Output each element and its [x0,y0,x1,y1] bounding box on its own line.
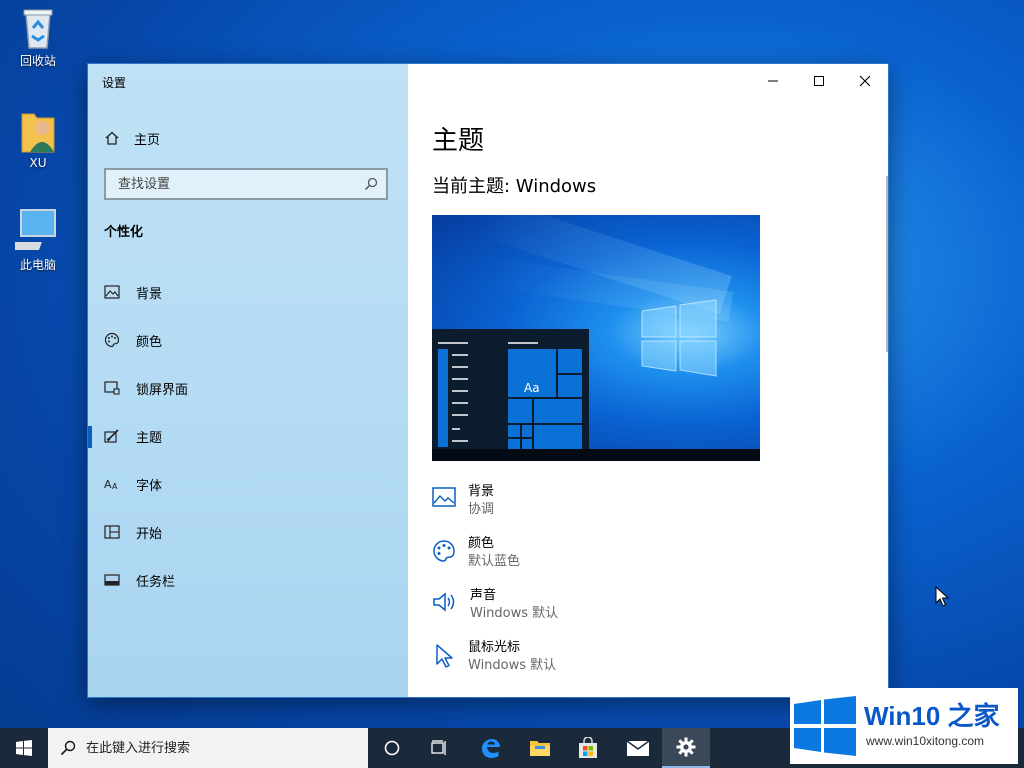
minimize-icon [768,80,778,82]
taskbar-icon [104,574,120,586]
desktop-icon-recycle-bin[interactable]: 回收站 [6,6,70,69]
sidebar-item-label: 开始 [136,526,163,542]
theme-option-value: Windows 默认 [468,658,557,673]
theme-option-value: Windows 默认 [470,606,559,621]
sidebar-item-lock-screen[interactable]: 锁屏界面 [88,364,408,412]
sidebar-item-label: 任务栏 [136,574,176,590]
settings-search-box[interactable] [104,168,388,200]
task-view-button[interactable] [416,728,464,768]
nav-home-label: 主页 [134,132,161,148]
section-title: 个性化 [104,225,144,240]
desktop-icon-this-pc[interactable]: 此电脑 [6,206,70,273]
sidebar-item-fonts[interactable]: A A 字体 [88,460,408,508]
taskbar-app-store[interactable] [564,728,612,768]
maximize-button[interactable] [796,64,842,98]
sidebar-item-label: 字体 [136,478,163,494]
settings-content: 主题 当前主题: Windows Aa 背景 协调 颜色 默认蓝色 声音 Win… [408,64,888,697]
settings-sidebar: 设置 主页 个性化 背景 [88,64,408,697]
preview-start-tiles [438,342,582,449]
sidebar-item-label: 背景 [136,286,163,302]
sidebar-item-themes[interactable]: 主题 [88,412,408,460]
theme-option-title: 背景 [468,484,495,499]
settings-window: 设置 主页 个性化 背景 [88,64,888,697]
preview-tile-text: Aa [524,381,540,395]
close-icon [859,75,871,87]
lock-screen-icon [104,381,120,395]
mail-icon [626,740,650,756]
nav-list: 背景 颜色 锁屏界面 主题 A A 字体 开始 任务栏 [88,268,408,604]
pointer-icon [436,644,453,668]
cortana-button[interactable] [368,728,416,768]
this-pc-icon [15,209,56,250]
image-icon [104,285,120,299]
taskbar-app-settings[interactable] [662,728,710,768]
theme-option-value: 默认蓝色 [468,554,521,569]
image-icon [432,487,456,507]
search-icon [60,740,76,756]
theme-option-color[interactable]: 颜色 默认蓝色 [432,535,520,571]
sidebar-item-label: 主题 [136,430,163,446]
store-icon [579,737,597,758]
palette-icon [433,540,455,562]
sidebar-item-start[interactable]: 开始 [88,508,408,556]
windows-logo-glow [641,299,717,377]
windows-start-icon [16,740,32,756]
speaker-icon [433,592,455,612]
theme-option-mouse-cursor[interactable]: 鼠标光标 Windows 默认 [432,639,556,675]
sidebar-item-taskbar[interactable]: 任务栏 [88,556,408,604]
theme-option-title: 声音 [470,588,497,603]
page-title: 主题 [432,126,485,156]
mouse-cursor-icon [935,586,949,607]
theme-option-title: 鼠标光标 [468,640,521,655]
sidebar-item-background[interactable]: 背景 [88,268,408,316]
file-explorer-icon [530,741,550,756]
svg-text:A: A [104,478,112,491]
current-theme-heading: 当前主题: Windows [432,176,597,197]
sidebar-item-label: 锁屏界面 [136,382,189,398]
taskbar-search-box[interactable] [48,728,368,768]
theme-brush-icon [104,429,119,443]
watermark: Win10 之家 www.win10xitong.com [790,688,1018,764]
taskbar-app-edge[interactable] [466,728,514,768]
edge-icon [482,739,500,758]
theme-option-background[interactable]: 背景 协调 [432,483,494,519]
recycle-bin-icon [23,9,53,49]
sidebar-item-colors[interactable]: 颜色 [88,316,408,364]
theme-option-value: 协调 [468,502,495,517]
home-icon [105,131,119,145]
desktop-icon-label: XU [29,156,47,170]
theme-preview[interactable]: Aa [432,215,760,461]
desktop-icon-label: 此电脑 [19,258,56,272]
start-menu-icon [104,525,120,539]
taskbar-search-input[interactable] [84,739,358,757]
watermark-brand: Win10 之家 [864,701,1000,731]
preview-taskbar [432,449,760,461]
theme-option-sounds[interactable]: 声音 Windows 默认 [432,587,558,623]
settings-icon [676,737,696,757]
cortana-icon [384,740,400,756]
desktop-icon-label: 回收站 [19,54,56,68]
minimize-button[interactable] [750,64,796,98]
font-icon: A A [104,478,118,491]
watermark-url: www.win10xitong.com [866,734,985,748]
content-scrollbar[interactable] [886,176,888,352]
windows-logo-icon [794,696,856,756]
preview-start-menu: Aa [432,329,589,449]
start-button[interactable] [0,728,48,768]
svg-text:A: A [112,482,118,491]
sidebar-item-label: 颜色 [136,334,163,350]
app-title: 设置 [102,76,127,90]
maximize-icon [814,76,824,86]
desktop-icon-user-folder[interactable]: XU [6,108,70,170]
theme-option-title: 颜色 [468,536,495,551]
settings-search-input[interactable] [116,175,350,193]
search-icon[interactable] [364,177,378,191]
task-view-icon [431,740,446,755]
palette-icon [104,332,120,348]
taskbar-app-mail[interactable] [614,728,662,768]
taskbar-app-file-explorer[interactable] [516,728,564,768]
nav-home[interactable]: 主页 [104,127,160,149]
user-folder-icon [21,113,55,153]
close-button[interactable] [842,64,888,98]
